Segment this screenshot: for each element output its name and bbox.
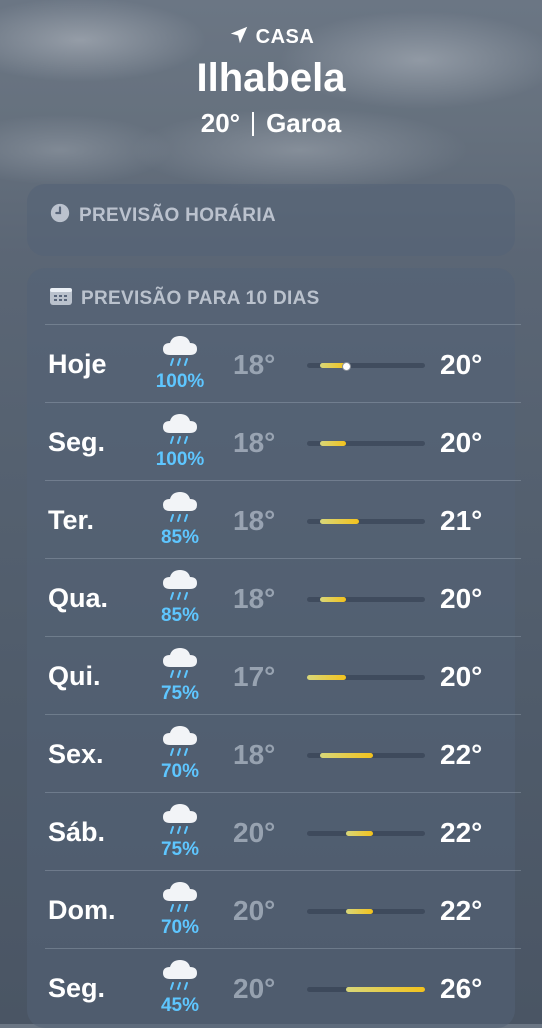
precipitation-chance: 70% (160, 761, 200, 782)
clock-icon (49, 202, 71, 230)
day-label: Qua. (48, 583, 109, 613)
day-label: Hoje (48, 349, 107, 379)
rain-cloud-icon (160, 333, 200, 369)
current-condition: Garoa (266, 108, 342, 138)
current-conditions: 20° Garoa (0, 108, 542, 139)
high-temperature: 22° (440, 895, 483, 926)
rain-cloud-icon (160, 645, 200, 681)
forecast-row[interactable]: Qua. 85% 18° 20° (45, 558, 521, 637)
temperature-range-bar (320, 441, 347, 446)
forecast-row[interactable]: Qui. 75% 17° 20° (45, 636, 521, 715)
forecast-row[interactable]: Sáb. 75% 20° 22° (45, 792, 521, 871)
forecast-row[interactable]: Seg. 45% 20° 26° (45, 948, 521, 1027)
temperature-range-track (307, 362, 425, 371)
precipitation-chance: 100% (155, 449, 205, 470)
forecast-row[interactable]: Sex. 70% 18° 22° (45, 714, 521, 793)
rain-cloud-icon (160, 489, 200, 525)
day-label: Seg. (48, 427, 106, 457)
temperature-range-track (307, 831, 425, 836)
high-temperature: 22° (440, 739, 483, 770)
location-arrow-icon (228, 24, 250, 51)
precipitation-chance: 45% (160, 995, 200, 1016)
hourly-title-label: PREVISÃO HORÁRIA (79, 205, 276, 226)
precipitation-chance: 85% (160, 527, 200, 548)
location-label: CASA (255, 25, 315, 48)
rain-cloud-icon (160, 957, 200, 993)
forecast-row[interactable]: Ter. 85% 18° 21° (45, 480, 521, 559)
city-name: Ilhabela (196, 56, 346, 100)
temperature-range-track (307, 675, 425, 680)
temperature-range-track (307, 441, 425, 446)
location-row[interactable]: CASA (0, 22, 542, 52)
precipitation-chance: 70% (160, 917, 200, 938)
divider (252, 111, 255, 136)
forecast-row[interactable]: Seg. 100% 18° 20° (45, 402, 521, 481)
temperature-range-bar (320, 753, 373, 758)
precipitation-chance: 75% (160, 839, 200, 860)
low-temperature: 17° (233, 661, 276, 692)
current-temperature-dot (342, 362, 352, 371)
low-temperature: 20° (233, 895, 276, 926)
high-temperature: 21° (440, 505, 483, 536)
low-temperature: 18° (233, 349, 276, 380)
high-temperature: 20° (440, 427, 483, 458)
rain-cloud-icon (160, 879, 200, 915)
hourly-forecast-card[interactable]: PREVISÃO HORÁRIA (27, 184, 515, 256)
temperature-range-track (307, 987, 425, 992)
temperature-range-track (307, 597, 425, 602)
low-temperature: 18° (233, 427, 276, 458)
temperature-range-track (307, 909, 425, 914)
ten-day-forecast-card[interactable]: PREVISÃO PARA 10 DIAS Hoje 100% 18° 20° Seg.… (27, 268, 521, 1028)
low-temperature: 18° (233, 739, 276, 770)
calendar-icon (49, 286, 73, 312)
rain-cloud-icon (160, 411, 200, 447)
ten-day-forecast-title: PREVISÃO PARA 10 DIAS (49, 286, 320, 312)
day-label: Ter. (48, 505, 95, 535)
high-temperature: 20° (440, 661, 483, 692)
rain-cloud-icon (160, 723, 200, 759)
day-label: Seg. (48, 973, 106, 1003)
day-label: Sáb. (48, 817, 106, 847)
day-label: Qui. (48, 661, 101, 691)
ten-day-title-label: PREVISÃO PARA 10 DIAS (81, 288, 320, 309)
low-temperature: 18° (233, 583, 276, 614)
rain-cloud-icon (160, 801, 200, 837)
low-temperature: 20° (233, 973, 276, 1004)
precipitation-chance: 100% (155, 371, 205, 392)
temperature-range-track (307, 753, 425, 758)
temperature-range-bar (320, 597, 347, 602)
temperature-range-bar (346, 987, 425, 992)
high-temperature: 26° (440, 973, 483, 1004)
temperature-range-track (307, 519, 425, 524)
hourly-forecast-title: PREVISÃO HORÁRIA (49, 202, 276, 230)
temperature-range-bar (307, 675, 347, 680)
current-temperature: 20° (200, 108, 241, 138)
temperature-range-bar (320, 519, 360, 524)
high-temperature: 20° (440, 583, 483, 614)
temperature-range-bar (346, 909, 373, 914)
forecast-row[interactable]: Hoje 100% 18° 20° (45, 324, 521, 403)
precipitation-chance: 85% (160, 605, 200, 626)
day-label: Sex. (48, 739, 104, 769)
day-label: Dom. (48, 895, 116, 925)
high-temperature: 20° (440, 349, 483, 380)
temperature-range-bar (346, 831, 373, 836)
precipitation-chance: 75% (160, 683, 200, 704)
forecast-row[interactable]: Dom. 70% 20° 22° (45, 870, 521, 949)
low-temperature: 20° (233, 817, 276, 848)
high-temperature: 22° (440, 817, 483, 848)
weather-header: CASA Ilhabela 20° Garoa (0, 22, 542, 139)
rain-cloud-icon (160, 567, 200, 603)
low-temperature: 18° (233, 505, 276, 536)
